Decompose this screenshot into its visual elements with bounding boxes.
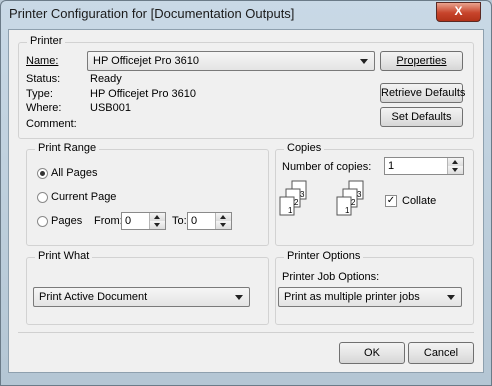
pages-label[interactable]: Pages [51,215,82,227]
from-page-stepper[interactable]: 0 [121,212,166,230]
check-icon: ✓ [386,195,396,206]
to-page-stepper[interactable]: 0 [187,212,232,230]
printer-job-options-label: Printer Job Options: [282,271,380,283]
from-page-value: 0 [125,215,132,227]
where-value: USB001 [90,102,131,114]
print-what-group-label: Print What [35,250,93,262]
page-number: 1 [288,206,293,215]
to-label: To: [172,215,187,227]
printer-job-options-dropdown[interactable]: Print as multiple printer jobs [278,287,462,307]
page-number: 2 [351,198,356,207]
decrement-icon[interactable] [150,221,165,229]
where-label: Where: [26,102,62,114]
window-title: Printer Configuration for [Documentation… [9,6,295,21]
current-page-label[interactable]: Current Page [51,191,116,203]
printer-name-value: HP Officejet Pro 3610 [93,55,199,67]
page-number: 2 [294,198,299,207]
printer-configuration-dialog: Printer Configuration for [Documentation… [0,0,492,386]
properties-button[interactable]: Properties [380,51,463,71]
type-label: Type: [26,88,53,100]
decrement-icon[interactable] [448,166,463,174]
pages-radio[interactable] [37,216,48,227]
collate-pages-icon: 3 2 1 3 2 1 [279,180,364,216]
number-of-copies-label: Number of copies: [282,161,372,173]
chevron-down-icon [360,59,368,64]
copies-stepper[interactable]: 1 [384,157,464,175]
close-icon: X [454,4,463,18]
collate-label[interactable]: Collate [402,195,436,207]
dialog-body: Printer Name: HP Officejet Pro 3610 Prop… [8,29,484,373]
page-number: 3 [300,190,305,199]
retrieve-defaults-button[interactable]: Retrieve Defaults [380,83,465,103]
all-pages-radio[interactable] [37,168,48,179]
title-bar[interactable]: Printer Configuration for [Documentation… [1,1,491,27]
printer-group-label: Printer [27,35,66,47]
type-value: HP Officejet Pro 3610 [90,88,196,100]
page-number: 3 [357,190,362,199]
chevron-down-icon [447,295,455,300]
all-pages-label[interactable]: All Pages [51,167,97,179]
cancel-button[interactable]: Cancel [408,342,474,364]
print-what-value: Print Active Document [39,291,148,303]
ok-button[interactable]: OK [339,342,405,364]
copies-group-label: Copies [284,142,325,154]
copies-value: 1 [388,160,395,172]
current-page-radio[interactable] [37,192,48,203]
comment-label: Comment: [26,118,77,130]
name-label: Name: [26,55,59,67]
stack-2: 3 2 1 [336,180,364,216]
footer-divider [18,332,474,333]
status-value: Ready [90,73,122,85]
printer-options-group-label: Printer Options [284,250,364,262]
stack-1: 3 2 1 [279,180,307,216]
chevron-down-icon [235,295,243,300]
printer-name-dropdown[interactable]: HP Officejet Pro 3610 [87,51,375,71]
page-number: 1 [345,206,350,215]
from-label: From: [94,215,123,227]
to-page-value: 0 [191,215,198,227]
decrement-icon[interactable] [216,221,231,229]
print-range-group-label: Print Range [35,142,100,154]
collate-checkbox[interactable]: ✓ [385,195,397,207]
print-what-dropdown[interactable]: Print Active Document [33,287,250,307]
printer-job-options-value: Print as multiple printer jobs [284,291,420,303]
close-button[interactable]: X [436,2,481,22]
set-defaults-button[interactable]: Set Defaults [380,107,463,127]
status-label: Status: [26,73,61,85]
